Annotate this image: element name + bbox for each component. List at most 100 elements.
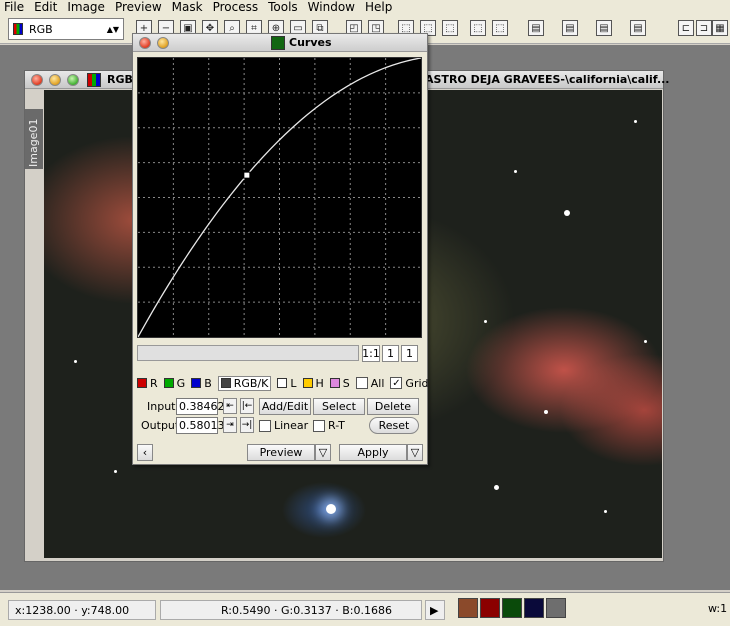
preview-button[interactable]: Preview bbox=[247, 444, 315, 461]
curve-canvas[interactable] bbox=[138, 58, 421, 337]
input-step-left-icon[interactable]: ⇤ bbox=[223, 398, 237, 414]
rt-checkbox-box[interactable] bbox=[313, 419, 325, 432]
zoom-ratio-button[interactable]: 1:1 bbox=[362, 345, 380, 362]
menu-tools[interactable]: Tools bbox=[268, 0, 298, 14]
menu-bar: File Edit Image Preview Mask Process Too… bbox=[0, 0, 730, 14]
status-bar: x:1238.00 · y:748.00 R:0.5490 · G:0.3137… bbox=[0, 592, 730, 626]
star bbox=[644, 340, 647, 343]
star bbox=[634, 120, 637, 123]
mask-e-icon[interactable]: ⬚ bbox=[492, 20, 508, 36]
color-swatch[interactable] bbox=[524, 598, 544, 618]
minimize-icon[interactable] bbox=[49, 74, 61, 86]
channel-l[interactable]: L bbox=[277, 376, 297, 390]
curve-graph[interactable] bbox=[137, 57, 422, 338]
zoom-b-field[interactable]: 1 bbox=[401, 345, 418, 362]
channel-l-label: L bbox=[290, 376, 297, 390]
color-swatch[interactable] bbox=[458, 598, 478, 618]
rt-label: R-T bbox=[328, 419, 345, 432]
green-swatch-icon bbox=[163, 378, 174, 388]
menu-file[interactable]: File bbox=[4, 0, 24, 14]
red-swatch-icon bbox=[137, 378, 147, 388]
apply-menu-icon[interactable]: ▽ bbox=[407, 444, 423, 461]
preview-menu-icon[interactable]: ▽ bbox=[315, 444, 331, 461]
color-swatch[interactable] bbox=[502, 598, 522, 618]
gradient-ruler bbox=[137, 345, 359, 361]
zoom-a-field[interactable]: 1 bbox=[382, 345, 399, 362]
close-icon[interactable] bbox=[139, 37, 151, 49]
channel-g-label: G bbox=[176, 376, 186, 390]
layer-a-icon[interactable]: ▤ bbox=[528, 20, 544, 36]
output-value-field[interactable]: 0.58013 bbox=[176, 417, 225, 434]
star bbox=[544, 410, 548, 414]
rgb-image-icon bbox=[87, 73, 101, 87]
color-mode-select[interactable]: RGB ▲▼ bbox=[8, 18, 124, 40]
reset-button[interactable]: Reset bbox=[369, 417, 419, 434]
mask-d-icon[interactable]: ⬚ bbox=[470, 20, 486, 36]
star bbox=[564, 210, 570, 216]
bright-star bbox=[326, 504, 336, 514]
layer-b-icon[interactable]: ▤ bbox=[562, 20, 578, 36]
linear-checkbox[interactable]: Linear bbox=[259, 419, 308, 432]
grid-label: Grid bbox=[405, 376, 429, 390]
menu-edit[interactable]: Edit bbox=[34, 0, 57, 14]
output-step-last-icon[interactable]: →| bbox=[240, 417, 254, 433]
image-window-path: ASTRO DEJA GRAVEES-\california\calif... bbox=[425, 73, 670, 86]
status-right-text: w:1 bbox=[708, 602, 728, 615]
stf-b-icon[interactable]: ⊐ bbox=[696, 20, 712, 36]
all-checkbox-box[interactable] bbox=[355, 377, 368, 389]
menu-window[interactable]: Window bbox=[308, 0, 355, 14]
image-side-tab-label: Image01 bbox=[27, 118, 40, 167]
grid-checkbox[interactable]: ✓ Grid bbox=[390, 376, 429, 390]
channel-s[interactable]: S bbox=[329, 376, 350, 390]
pixel-rgb-readout: R:0.5490 · G:0.3137 · B:0.1686 bbox=[160, 600, 422, 620]
stf-a-icon[interactable]: ⊏ bbox=[678, 20, 694, 36]
star bbox=[494, 485, 499, 490]
play-icon[interactable]: ▶ bbox=[425, 600, 445, 620]
channel-b-label: B bbox=[204, 376, 212, 390]
add-edit-button[interactable]: Add/Edit bbox=[259, 398, 311, 415]
color-swatch[interactable] bbox=[480, 598, 500, 618]
color-swatch[interactable] bbox=[546, 598, 566, 618]
menu-process[interactable]: Process bbox=[213, 0, 259, 14]
input-step-first-icon[interactable]: |← bbox=[240, 398, 254, 414]
output-step-right-icon[interactable]: ⇥ bbox=[223, 417, 237, 433]
close-icon[interactable] bbox=[31, 74, 43, 86]
channel-s-label: S bbox=[342, 376, 350, 390]
linear-checkbox-box[interactable] bbox=[259, 419, 271, 432]
channel-rgbk[interactable]: RGB/K bbox=[217, 375, 272, 391]
channel-g[interactable]: G bbox=[163, 376, 186, 390]
linear-label: Linear bbox=[274, 419, 309, 432]
image-window-title: RGB bbox=[107, 73, 133, 86]
input-value-field[interactable]: 0.38462 bbox=[176, 398, 225, 415]
menu-help[interactable]: Help bbox=[365, 0, 392, 14]
chevron-updown-icon: ▲▼ bbox=[106, 24, 119, 34]
channel-r[interactable]: R bbox=[137, 377, 158, 390]
curves-title: Curves bbox=[289, 36, 332, 49]
all-label: All bbox=[370, 376, 385, 390]
all-checkbox[interactable]: All bbox=[355, 376, 385, 390]
menu-mask[interactable]: Mask bbox=[172, 0, 203, 14]
stf-c-icon[interactable]: ▦ bbox=[712, 20, 728, 36]
star bbox=[604, 510, 607, 513]
menu-image[interactable]: Image bbox=[67, 0, 105, 14]
input-label: Input: bbox=[147, 400, 180, 413]
collapse-arrow-icon[interactable]: ‹ bbox=[137, 444, 153, 461]
cursor-coords: x:1238.00 · y:748.00 bbox=[8, 600, 156, 620]
channel-b[interactable]: B bbox=[191, 377, 212, 390]
mask-c-icon[interactable]: ⬚ bbox=[442, 20, 458, 36]
image-side-tab[interactable]: Image01 bbox=[25, 109, 43, 169]
layer-c-icon[interactable]: ▤ bbox=[596, 20, 612, 36]
channel-h[interactable]: H bbox=[302, 377, 324, 390]
rt-checkbox[interactable]: R-T bbox=[313, 419, 345, 432]
curve-control-point[interactable] bbox=[243, 171, 251, 179]
select-button[interactable]: Select bbox=[313, 398, 365, 415]
delete-button[interactable]: Delete bbox=[367, 398, 419, 415]
menu-preview[interactable]: Preview bbox=[115, 0, 162, 14]
layer-d-icon[interactable]: ▤ bbox=[630, 20, 646, 36]
curves-titlebar[interactable]: Curves bbox=[133, 34, 427, 52]
grid-checkbox-box[interactable]: ✓ bbox=[390, 377, 403, 389]
blue-swatch-icon bbox=[191, 378, 202, 388]
apply-button[interactable]: Apply bbox=[339, 444, 407, 461]
maximize-icon[interactable] bbox=[67, 74, 79, 86]
minimize-icon[interactable] bbox=[157, 37, 169, 49]
